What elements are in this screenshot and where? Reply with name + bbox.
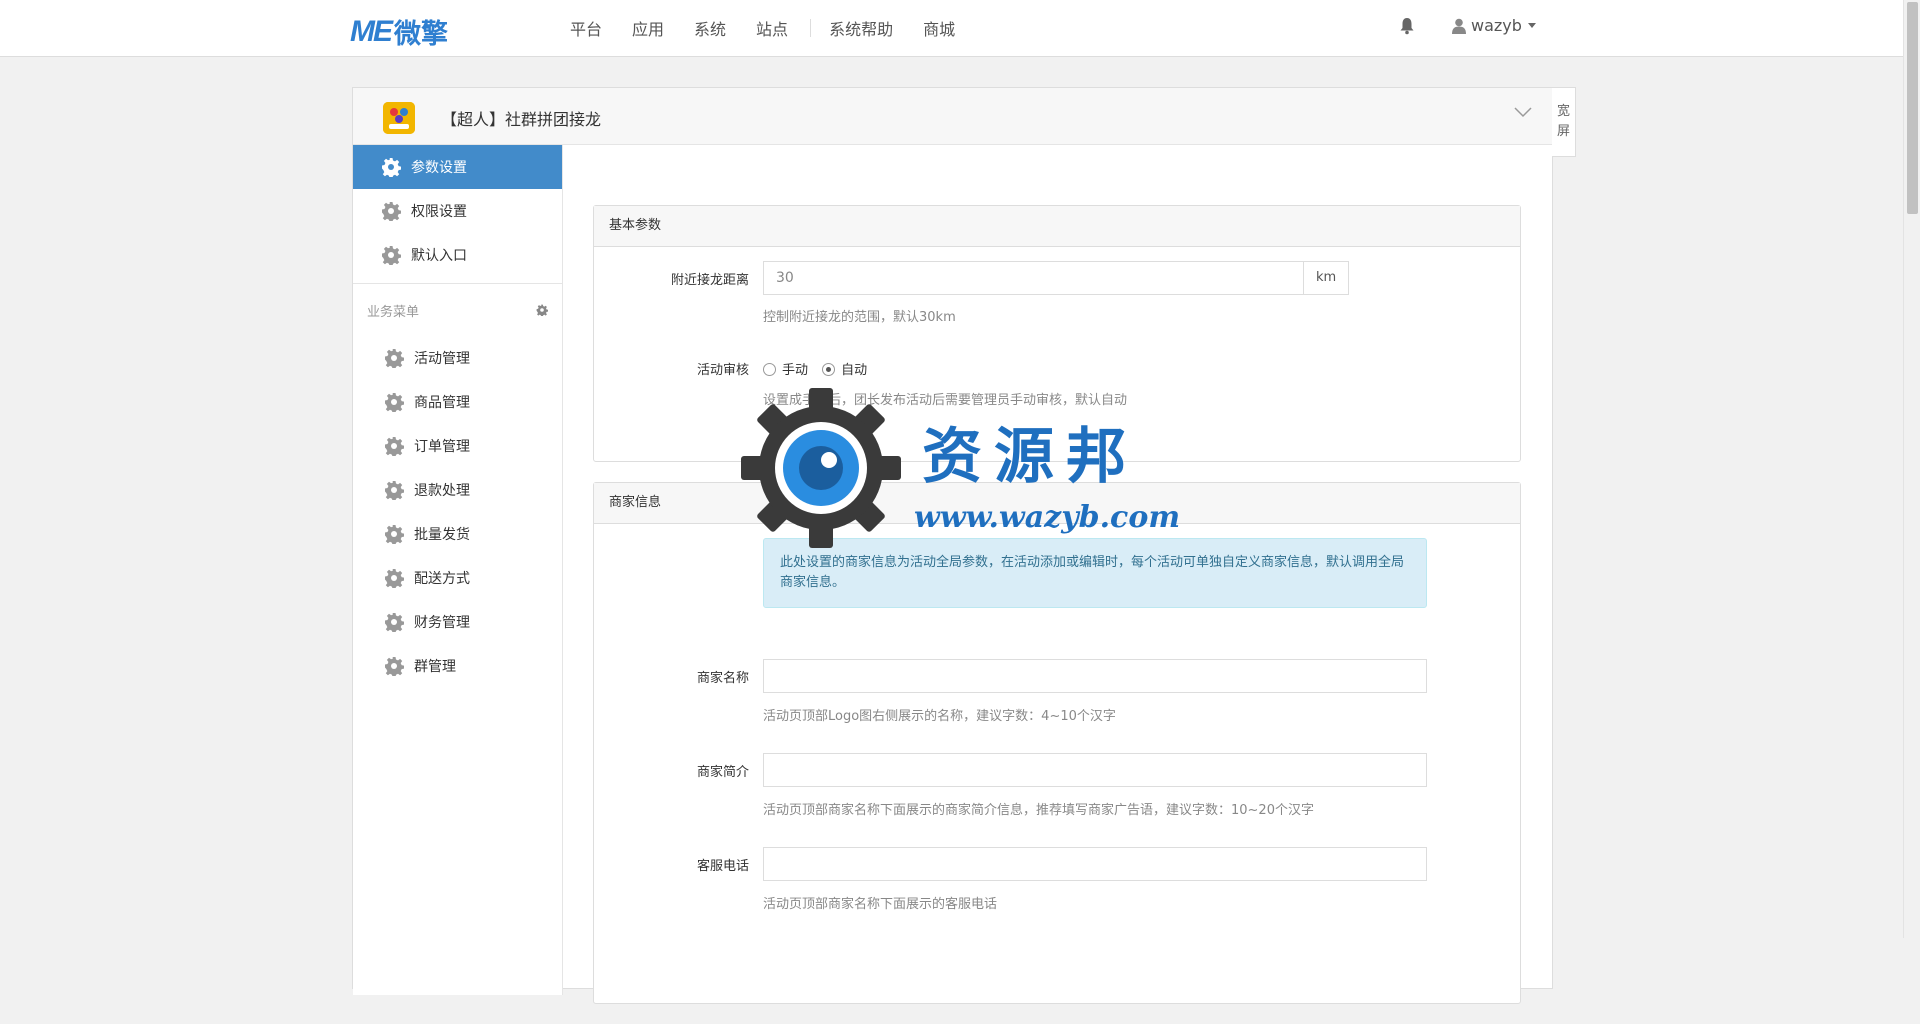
review-manual-label: 手动 — [782, 363, 809, 378]
gear-icon — [385, 525, 404, 544]
radio-auto — [822, 363, 836, 376]
review-label: 活动审核 — [696, 363, 749, 378]
settings-form: 基本参数 附近接龙距离 30 km 控制附近接龙的范围，默认30km 活动审核 … — [593, 205, 1521, 1024]
sidebar-item-label: 参数设置 — [411, 160, 467, 176]
merchant-name-help: 活动页顶部Logo图右侧展示的名称，建议字数：4~10个汉字 — [763, 709, 1116, 724]
distance-unit: km — [1304, 261, 1350, 295]
review-auto-label: 自动 — [841, 363, 868, 378]
sidebar-item-permissions[interactable]: 权限设置 — [353, 189, 562, 233]
review-help: 设置成手动后，团长发布活动后需要管理员手动审核，默认自动 — [763, 393, 1128, 408]
review-auto-radio[interactable]: 自动 — [822, 363, 867, 378]
scrollbar-thumb[interactable] — [1907, 2, 1918, 214]
wide-screen-button[interactable]: 宽屏 — [1552, 87, 1576, 157]
merchant-intro-label: 商家简介 — [696, 765, 749, 780]
nav-platform[interactable]: 平台 — [570, 16, 602, 40]
sidebar-item-business[interactable]: 活动管理 — [353, 336, 562, 380]
nav-divider — [810, 19, 812, 37]
app-header: 【超人】社群拼团接龙 — [353, 88, 1552, 145]
gear-icon — [382, 158, 401, 177]
sidebar-item-label: 订单管理 — [414, 439, 470, 455]
sidebar-item-business[interactable]: 配送方式 — [353, 556, 562, 600]
logo[interactable]: ME 微擎 — [350, 12, 448, 51]
sidebar-item-label: 退款处理 — [414, 483, 470, 499]
nav-help[interactable]: 系统帮助 — [829, 16, 893, 40]
app-panel: 【超人】社群拼团接龙 参数设置 权限设置 默认入口 业务菜单 活动管理 商品管理… — [352, 87, 1553, 1004]
sidebar-item-default-entry[interactable]: 默认入口 — [353, 233, 562, 277]
sidebar-item-label: 活动管理 — [414, 351, 470, 367]
user-icon — [1452, 18, 1466, 34]
basic-params-section: 基本参数 附近接龙距离 30 km 控制附近接龙的范围，默认30km 活动审核 … — [593, 205, 1521, 462]
gear-icon — [385, 569, 404, 588]
radio-manual — [763, 363, 776, 376]
sidebar-item-business[interactable]: 群管理 — [353, 644, 562, 688]
distance-label: 附近接龙距离 — [670, 273, 749, 288]
service-phone-help: 活动页顶部商家名称下面展示的客服电话 — [763, 897, 998, 912]
gear-icon — [385, 613, 404, 632]
sidebar-item-label: 批量发货 — [414, 527, 470, 543]
chevron-down-icon[interactable] — [1514, 106, 1532, 118]
gear-icon — [382, 246, 401, 265]
top-navbar: ME 微擎 平台 应用 系统 站点 系统帮助 商城 wazyb — [0, 0, 1903, 57]
nav-site[interactable]: 站点 — [756, 16, 788, 40]
username: wazyb — [1471, 16, 1522, 35]
business-menu: 活动管理商品管理订单管理退款处理批量发货配送方式财务管理群管理 — [353, 336, 562, 688]
distance-input[interactable]: 30 — [763, 261, 1304, 295]
section-title: 基本参数 — [594, 206, 1520, 247]
logo-text: 微擎 — [394, 19, 448, 50]
sidebar-item-label: 财务管理 — [414, 615, 470, 631]
user-menu[interactable]: wazyb — [1452, 16, 1536, 35]
sidebar-item-label: 权限设置 — [411, 204, 467, 220]
sidebar-group-business: 业务菜单 — [353, 283, 562, 336]
sidebar-item-business[interactable]: 商品管理 — [353, 380, 562, 424]
app-title: 【超人】社群拼团接龙 — [441, 110, 602, 129]
sidebar-item-business[interactable]: 财务管理 — [353, 600, 562, 644]
sidebar-group-label: 业务菜单 — [367, 304, 420, 320]
review-manual-radio[interactable]: 手动 — [763, 363, 808, 378]
sidebar-item-label: 配送方式 — [414, 571, 470, 587]
sidebar-item-label: 商品管理 — [414, 395, 470, 411]
page-scrollbar[interactable] — [1903, 0, 1920, 938]
sidebar-item-label: 群管理 — [414, 659, 456, 675]
nav-system[interactable]: 系统 — [694, 16, 726, 40]
service-phone-input[interactable] — [763, 847, 1427, 881]
sidebar-item-params[interactable]: 参数设置 — [353, 145, 562, 189]
sidebar-item-label: 默认入口 — [411, 248, 467, 264]
gear-icon — [385, 657, 404, 676]
logo-me-mark: ME — [350, 14, 393, 48]
gear-icon — [382, 202, 401, 221]
sidebar-item-business[interactable]: 退款处理 — [353, 468, 562, 512]
nav-apps[interactable]: 应用 — [632, 16, 664, 40]
sidebar-item-business[interactable]: 批量发货 — [353, 512, 562, 556]
merchant-name-label: 商家名称 — [696, 671, 749, 686]
gear-icon — [385, 393, 404, 412]
sidebar-item-business[interactable]: 订单管理 — [353, 424, 562, 468]
merchant-info-alert: 此处设置的商家信息为活动全局参数，在活动添加或编辑时，每个活动可单独自定义商家信… — [763, 538, 1427, 608]
distance-help: 控制附近接龙的范围，默认30km — [763, 310, 956, 325]
gear-icon — [385, 437, 404, 456]
service-phone-label: 客服电话 — [696, 859, 749, 874]
merchant-intro-help: 活动页顶部商家名称下面展示的商家简介信息，推荐填写商家广告语，建议字数：10~2… — [763, 803, 1314, 818]
gear-icon — [385, 481, 404, 500]
sidebar: 参数设置 权限设置 默认入口 业务菜单 活动管理商品管理订单管理退款处理批量发货… — [353, 145, 563, 995]
chevron-down-icon — [1527, 23, 1536, 28]
nav-store[interactable]: 商城 — [923, 16, 955, 40]
app-logo-icon — [383, 102, 415, 134]
bell-icon[interactable] — [1399, 17, 1415, 35]
settings-icon[interactable] — [536, 304, 548, 316]
section-title: 商家信息 — [594, 483, 1520, 524]
main-nav: 平台 应用 系统 站点 系统帮助 商城 — [570, 0, 985, 56]
gear-icon — [385, 349, 404, 368]
merchant-name-input[interactable] — [763, 659, 1427, 693]
merchant-section: 商家信息 此处设置的商家信息为活动全局参数，在活动添加或编辑时，每个活动可单独自… — [593, 482, 1521, 1004]
merchant-intro-input[interactable] — [763, 753, 1427, 787]
